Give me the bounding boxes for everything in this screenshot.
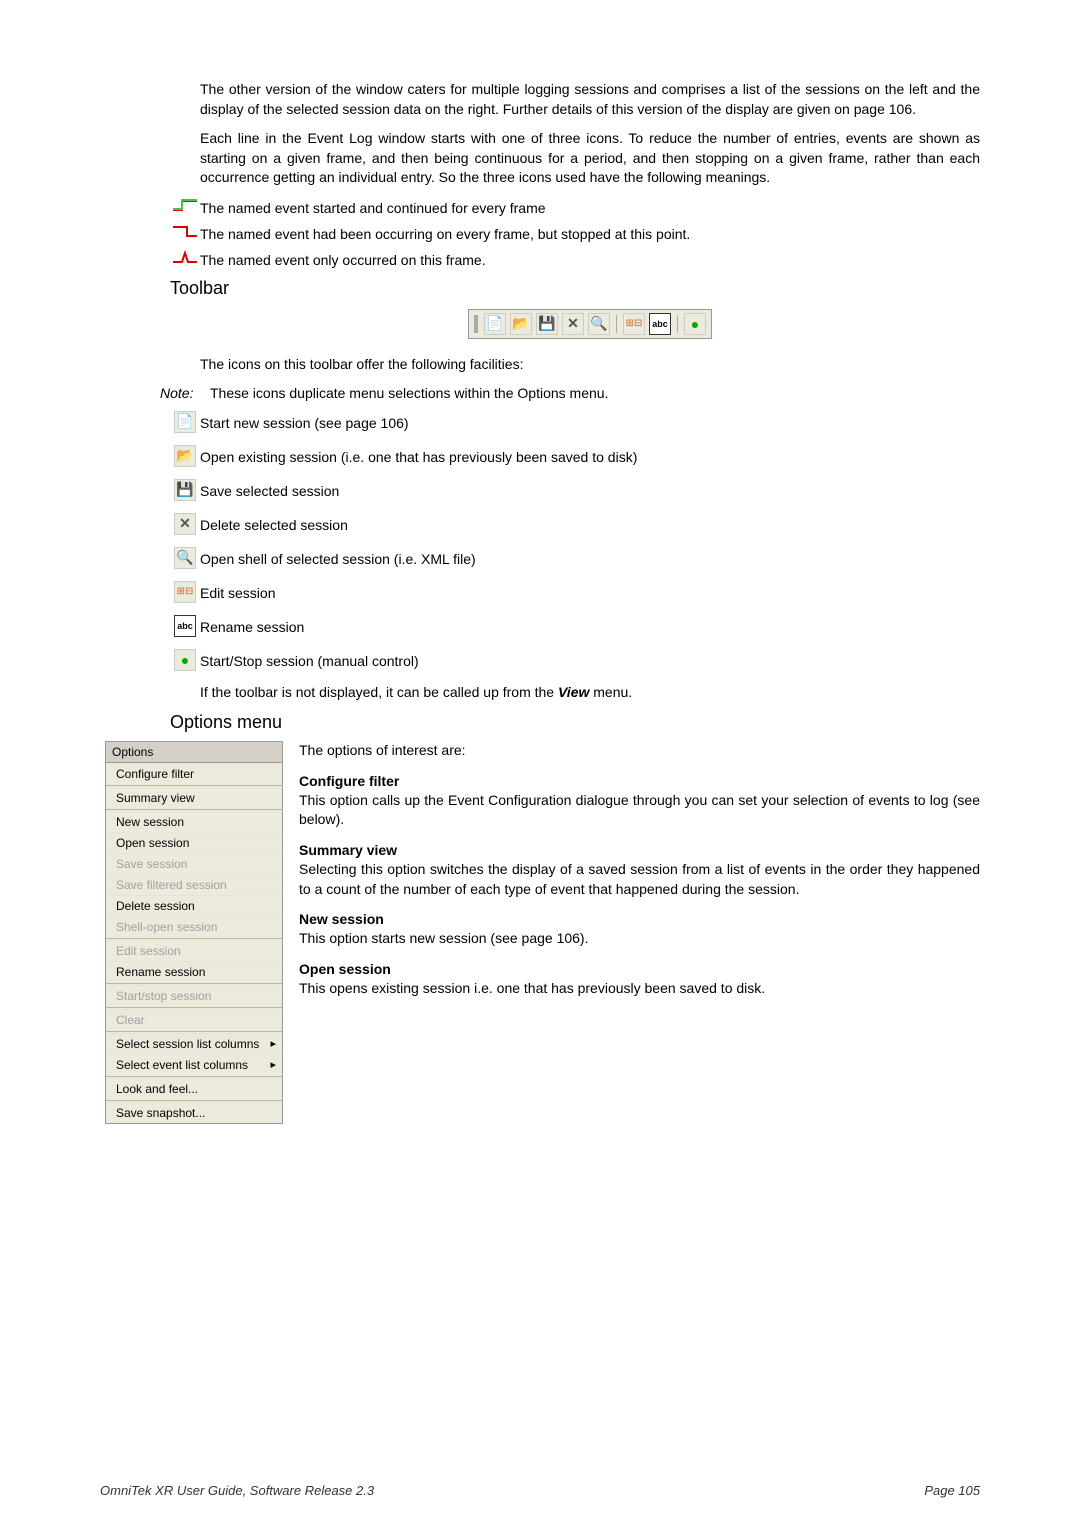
menu-item[interactable]: Select session list columns <box>106 1033 282 1054</box>
menu-separator <box>106 785 282 786</box>
menu-item: Clear <box>106 1009 282 1030</box>
footer-right: Page 105 <box>924 1483 980 1498</box>
tb-desc-6: Rename session <box>200 615 980 635</box>
menu-item[interactable]: Look and feel... <box>106 1078 282 1099</box>
toolbar-p2: If the toolbar is not displayed, it can … <box>200 683 980 703</box>
note-text: These icons duplicate menu selections wi… <box>210 385 980 401</box>
tb-desc-0: Start new session (see page 106) <box>200 411 980 431</box>
open-session-icon: 📂 <box>510 313 532 335</box>
menu-item[interactable]: Configure filter <box>106 763 282 784</box>
tb-desc-1: Open existing session (i.e. one that has… <box>200 445 980 465</box>
tb-desc-2: Save selected session <box>200 479 980 499</box>
delete-session-icon: ✕ <box>174 513 196 535</box>
menu-separator <box>106 1100 282 1101</box>
options-heading: Options menu <box>170 712 980 733</box>
tb-desc-4: Open shell of selected session (i.e. XML… <box>200 547 980 567</box>
menu-separator <box>106 983 282 984</box>
menu-separator <box>106 938 282 939</box>
menu-item[interactable]: New session <box>106 811 282 832</box>
save-session-icon: 💾 <box>174 479 196 501</box>
start-stop-icon: ● <box>174 649 196 671</box>
menu-item: Save session <box>106 853 282 874</box>
tb-desc-5: Edit session <box>200 581 980 601</box>
new-session-icon: 📄 <box>484 313 506 335</box>
shell-open-icon: 🔍 <box>174 547 196 569</box>
edit-session-icon: ⊞⊟ <box>174 581 196 603</box>
option-section-title: Configure filter <box>299 773 980 789</box>
event-start-text: The named event started and continued fo… <box>200 198 980 216</box>
menu-item: Save filtered session <box>106 874 282 895</box>
event-stop-icon <box>170 224 200 238</box>
tb-desc-3: Delete selected session <box>200 513 980 533</box>
event-start-icon <box>170 198 200 212</box>
option-section-title: Open session <box>299 961 980 977</box>
event-stop-text: The named event had been occurring on ev… <box>200 224 980 242</box>
intro-paragraph-2: Each line in the Event Log window starts… <box>200 129 980 188</box>
delete-session-icon: ✕ <box>562 313 584 335</box>
menu-item: Start/stop session <box>106 985 282 1006</box>
menu-item: Edit session <box>106 940 282 961</box>
menu-item[interactable]: Select event list columns <box>106 1054 282 1075</box>
event-once-text: The named event only occurred on this fr… <box>200 250 980 268</box>
option-section-body: This opens existing session i.e. one tha… <box>299 979 980 999</box>
options-menu: Options Configure filter Summary view New … <box>105 741 283 1124</box>
menu-item[interactable]: Delete session <box>106 895 282 916</box>
tb-desc-7: Start/Stop session (manual control) <box>200 649 980 669</box>
menu-separator <box>106 1007 282 1008</box>
new-session-icon: 📄 <box>174 411 196 433</box>
menu-item[interactable]: Rename session <box>106 961 282 982</box>
edit-session-icon: ⊞⊟ <box>623 313 645 335</box>
options-intro: The options of interest are: <box>299 741 980 761</box>
toolbar-p1: The icons on this toolbar offer the foll… <box>200 355 980 375</box>
menu-item[interactable]: Save snapshot... <box>106 1102 282 1123</box>
option-section-body: This option starts new session (see page… <box>299 929 980 949</box>
menu-separator <box>106 1031 282 1032</box>
option-section-body: This option calls up the Event Configura… <box>299 791 980 830</box>
toolbar-screenshot: 📄 📂 💾 ✕ 🔍 ⊞⊟ abc ● <box>200 309 980 339</box>
option-section-title: Summary view <box>299 842 980 858</box>
option-section-title: New session <box>299 911 980 927</box>
toolbar-heading: Toolbar <box>170 278 980 299</box>
open-session-icon: 📂 <box>174 445 196 467</box>
rename-session-icon: abc <box>649 313 671 335</box>
footer-left: OmniTek XR User Guide, Software Release … <box>100 1483 374 1498</box>
event-once-icon <box>170 250 200 264</box>
note-label: Note: <box>160 385 210 401</box>
save-session-icon: 💾 <box>536 313 558 335</box>
option-section-body: Selecting this option switches the displ… <box>299 860 980 899</box>
menu-item[interactable]: Open session <box>106 832 282 853</box>
menu-item: Shell-open session <box>106 916 282 937</box>
options-menu-header: Options <box>106 742 282 763</box>
start-stop-icon: ● <box>684 313 706 335</box>
menu-separator <box>106 809 282 810</box>
menu-separator <box>106 1076 282 1077</box>
rename-session-icon: abc <box>174 615 196 637</box>
menu-item[interactable]: Summary view <box>106 787 282 808</box>
shell-open-icon: 🔍 <box>588 313 610 335</box>
intro-paragraph-1: The other version of the window caters f… <box>200 80 980 119</box>
